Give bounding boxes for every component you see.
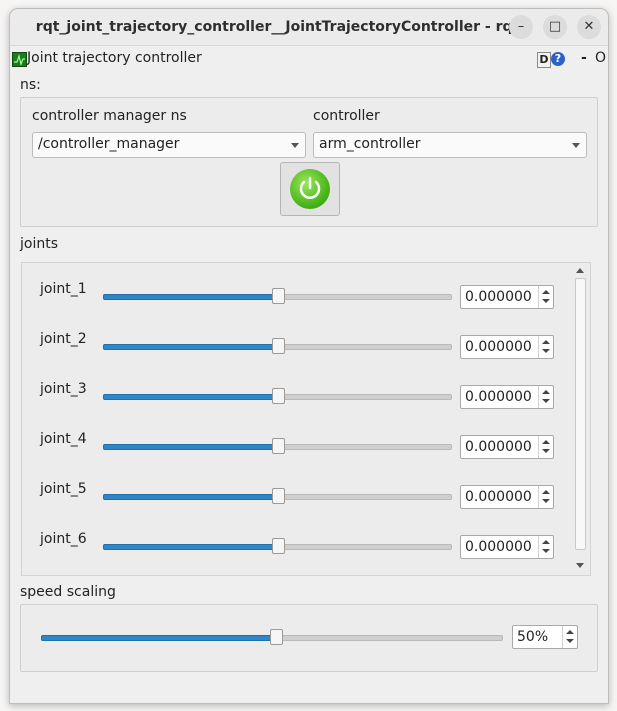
spin-down-icon[interactable]	[542, 399, 550, 403]
speed-scaling-label: speed scaling	[20, 584, 116, 600]
spin-buttons[interactable]	[538, 386, 553, 408]
spin-up-icon[interactable]	[542, 540, 550, 544]
spin-up-icon[interactable]	[542, 340, 550, 344]
spin-buttons[interactable]	[538, 536, 553, 558]
controller-manager-label: controller manager ns	[32, 108, 187, 124]
close-button[interactable]: ✕	[577, 15, 601, 39]
joint-slider[interactable]	[103, 438, 452, 454]
slider-handle[interactable]	[272, 488, 285, 504]
joint-value: 0.000000	[465, 289, 532, 305]
close-plugin-button[interactable]: O	[595, 50, 606, 66]
controller-label: controller	[313, 108, 380, 124]
slider-handle[interactable]	[272, 438, 285, 454]
joints-scrollbar[interactable]	[573, 265, 587, 571]
title-bar[interactable]: rqt_joint_trajectory_controller__JointTr…	[10, 9, 608, 46]
joint-slider[interactable]	[103, 388, 452, 404]
plugin-header: Joint trajectory controller D ? - O	[10, 49, 608, 69]
slider-fill	[41, 635, 276, 641]
slider-handle[interactable]	[270, 629, 283, 645]
slider-fill	[103, 294, 278, 300]
speed-scaling-slider[interactable]	[41, 629, 503, 645]
window-title: rqt_joint_trajectory_controller__JointTr…	[35, 19, 520, 35]
chevron-down-icon	[291, 143, 299, 148]
joint-value: 0.000000	[465, 539, 532, 555]
joint-value: 0.000000	[465, 439, 532, 455]
spin-down-icon[interactable]	[566, 639, 574, 643]
spin-buttons[interactable]	[538, 336, 553, 358]
joint-label: joint_1	[40, 281, 87, 297]
slider-handle[interactable]	[272, 538, 285, 554]
joint-label: joint_6	[40, 531, 87, 547]
joint-value: 0.000000	[465, 489, 532, 505]
joints-scroll-area[interactable]	[21, 262, 591, 576]
plugin-title: Joint trajectory controller	[27, 50, 202, 66]
joint-slider[interactable]	[103, 288, 452, 304]
scrollbar-thumb[interactable]	[575, 278, 586, 550]
application-window: rqt_joint_trajectory_controller__JointTr…	[9, 8, 609, 704]
controller-manager-combo[interactable]: /controller_manager	[32, 132, 306, 158]
help-icon[interactable]: ?	[551, 52, 565, 66]
minimize-plugin-button[interactable]: -	[581, 50, 587, 66]
joint-value-spinbox[interactable]: 0.000000	[460, 385, 554, 409]
slider-fill	[103, 444, 278, 450]
slider-handle[interactable]	[272, 338, 285, 354]
power-icon	[290, 169, 330, 209]
speed-scaling-spinbox[interactable]: 50%	[512, 625, 578, 649]
joint-label: joint_3	[40, 381, 87, 397]
joint-value: 0.000000	[465, 339, 532, 355]
enable-controller-button[interactable]	[280, 162, 340, 216]
spin-down-icon[interactable]	[542, 299, 550, 303]
joint-slider[interactable]	[103, 538, 452, 554]
joint-label: joint_4	[40, 431, 87, 447]
scroll-up-icon[interactable]	[576, 268, 584, 273]
joint-label: joint_2	[40, 331, 87, 347]
slider-fill	[103, 544, 278, 550]
minimize-button[interactable]: –	[509, 15, 533, 39]
slider-handle[interactable]	[272, 388, 285, 404]
joint-value: 0.000000	[465, 389, 532, 405]
spin-up-icon[interactable]	[566, 630, 574, 634]
speed-scaling-group: 50%	[20, 604, 598, 672]
spin-down-icon[interactable]	[542, 349, 550, 353]
controller-manager-value: /controller_manager	[38, 136, 180, 152]
spin-down-icon[interactable]	[542, 499, 550, 503]
spin-up-icon[interactable]	[542, 290, 550, 294]
spin-down-icon[interactable]	[542, 449, 550, 453]
slider-fill	[103, 394, 278, 400]
slider-fill	[103, 344, 278, 350]
controller-value: arm_controller	[319, 136, 421, 152]
spin-buttons[interactable]	[562, 626, 577, 648]
joint-slider[interactable]	[103, 488, 452, 504]
speed-scaling-value: 50%	[517, 629, 549, 645]
spin-buttons[interactable]	[538, 436, 553, 458]
dock-d-button[interactable]: D	[537, 52, 551, 68]
slider-handle[interactable]	[272, 288, 285, 304]
spin-up-icon[interactable]	[542, 390, 550, 394]
joint-value-spinbox[interactable]: 0.000000	[460, 335, 554, 359]
spin-up-icon[interactable]	[542, 440, 550, 444]
spin-buttons[interactable]	[538, 286, 553, 308]
maximize-button[interactable]: □	[543, 15, 567, 39]
joint-label: joint_5	[40, 481, 87, 497]
spin-down-icon[interactable]	[542, 549, 550, 553]
joints-label: joints	[20, 236, 59, 252]
joint-value-spinbox[interactable]: 0.000000	[460, 285, 554, 309]
spin-up-icon[interactable]	[542, 490, 550, 494]
ns-label: ns:	[20, 77, 41, 93]
joint-value-spinbox[interactable]: 0.000000	[460, 485, 554, 509]
joint-value-spinbox[interactable]: 0.000000	[460, 435, 554, 459]
scroll-down-icon[interactable]	[576, 563, 584, 568]
joint-value-spinbox[interactable]: 0.000000	[460, 535, 554, 559]
spin-buttons[interactable]	[538, 486, 553, 508]
joint-slider[interactable]	[103, 338, 452, 354]
plugin-icon	[12, 52, 27, 67]
chevron-down-icon	[572, 143, 580, 148]
slider-fill	[103, 494, 278, 500]
controller-combo[interactable]: arm_controller	[313, 132, 587, 158]
